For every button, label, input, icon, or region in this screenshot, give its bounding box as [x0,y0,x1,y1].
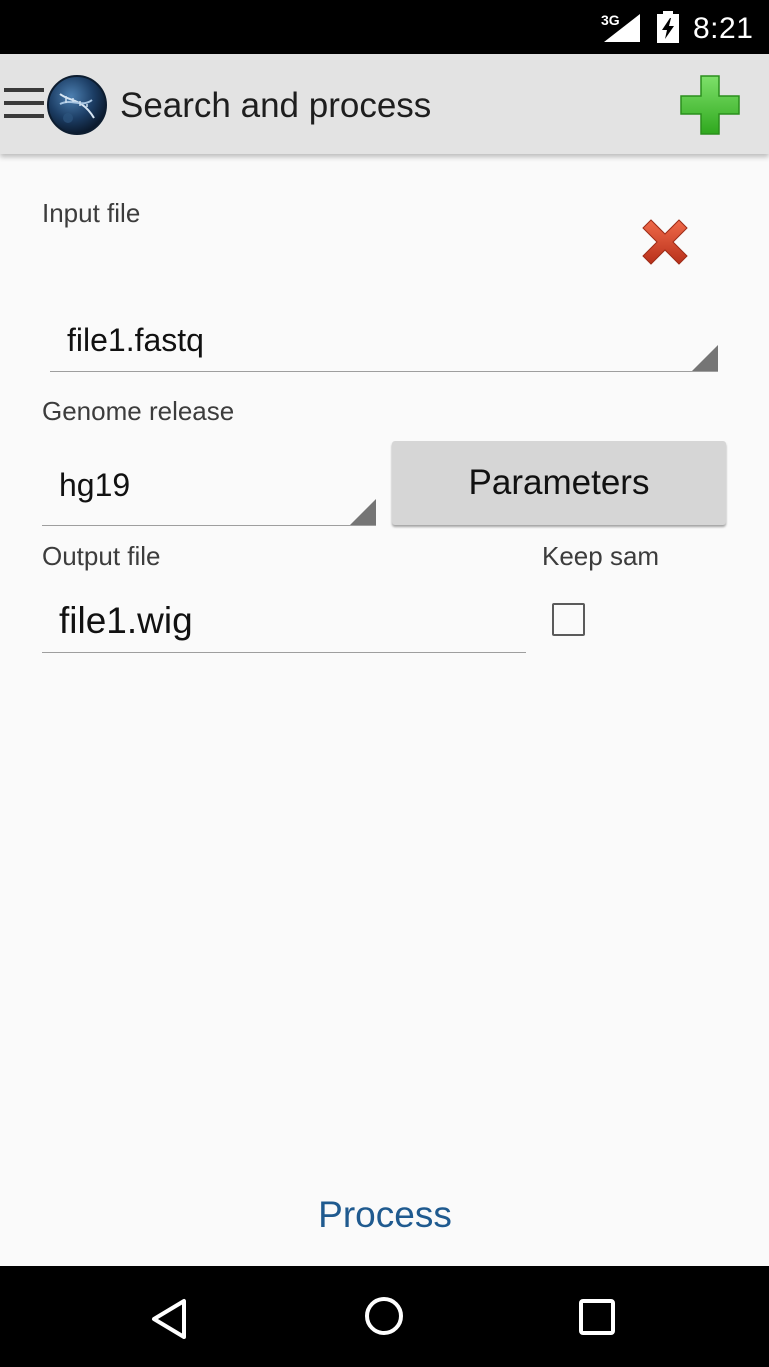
input-file-value: file1.fastq [67,322,204,358]
recents-icon[interactable] [579,1299,615,1335]
status-time: 8:21 [693,12,754,45]
genome-release-label: Genome release [42,396,235,426]
keep-sam-checkbox[interactable] [552,603,585,636]
genome-release-spinner[interactable]: hg19 [42,462,376,526]
back-icon[interactable] [150,1298,190,1340]
output-file-label: Output file [42,541,161,571]
process-button[interactable]: Process [300,1185,470,1245]
genome-release-value: hg19 [59,467,131,503]
input-file-label: Input file [42,198,141,228]
input-file-spinner[interactable]: file1.fastq [50,316,718,372]
app-logo-icon[interactable] [46,74,108,136]
keep-sam-label: Keep sam [542,541,660,571]
battery-charging-icon [657,11,679,43]
output-file-value: file1.wig [59,600,193,641]
add-plus-icon[interactable] [679,74,741,136]
page-title: Search and process [120,86,432,125]
menu-icon[interactable] [4,88,44,120]
status-bar: 3G 8:21 [0,0,769,54]
navigation-bar [0,1266,769,1367]
remove-x-icon[interactable] [637,214,693,270]
dropdown-arrow-icon [692,345,718,371]
parameters-button[interactable]: Parameters [392,441,726,525]
action-bar: Search and process [0,54,769,154]
home-icon[interactable] [364,1296,404,1336]
signal-icon [604,14,640,42]
output-file-field[interactable]: file1.wig [42,590,526,653]
dropdown-arrow-icon [350,499,376,525]
screen: 3G 8:21 Search and process Input file fi… [0,0,769,1367]
